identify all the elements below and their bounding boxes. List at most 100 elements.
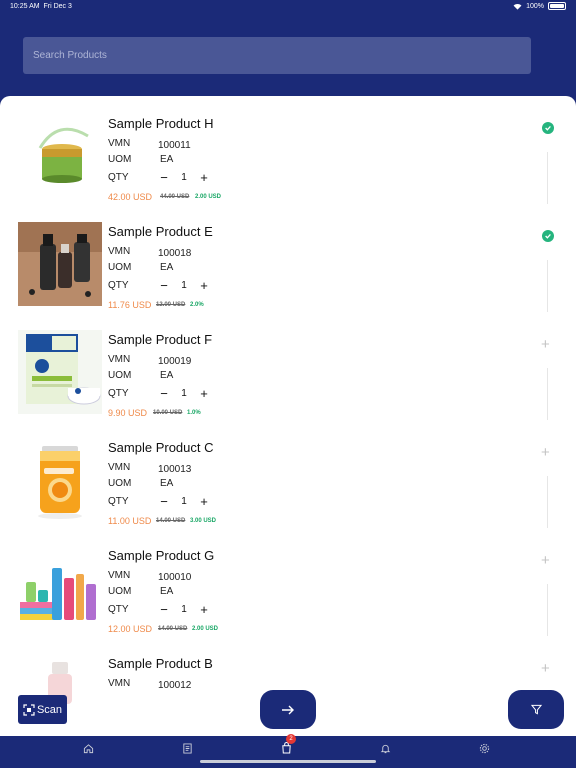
status-time: 10:25 AM Fri Dec 3 (10, 3, 72, 10)
quantity-stepper: − 1 + (157, 494, 211, 509)
quantity-stepper: − 1 + (157, 170, 211, 185)
plus-button[interactable]: + (197, 494, 211, 509)
list-item[interactable]: Sample Product H VMN 100011 UOM EA QTY −… (0, 96, 576, 204)
vmn-value: 100010 (158, 572, 192, 583)
divider (547, 152, 548, 204)
vmn-value: 100011 (158, 140, 191, 151)
price: 11.00 USD (108, 516, 152, 526)
product-name: Sample Product G (108, 548, 215, 563)
uom-value: EA (160, 370, 174, 381)
next-button[interactable] (260, 690, 316, 729)
vmn-label: VMN (108, 462, 131, 473)
product-name: Sample Product E (108, 224, 213, 239)
battery-icon (548, 2, 566, 10)
qty-value: 1 (181, 387, 187, 399)
discount: 2.00 USD (192, 626, 219, 632)
qty-label: QTY (108, 280, 129, 291)
product-image (18, 222, 102, 306)
vmn-value: 100012 (158, 680, 192, 691)
plus-button[interactable]: + (197, 170, 211, 185)
vmn-value: 100018 (158, 248, 192, 259)
discount: 2.0% (190, 302, 204, 308)
divider (547, 476, 548, 528)
product-image (18, 438, 102, 522)
add-icon[interactable]: + (541, 660, 550, 677)
scan-label: Scan (36, 703, 63, 716)
quantity-stepper: − 1 + (157, 386, 211, 401)
price: 9.90 USD (108, 408, 148, 418)
uom-label: UOM (108, 262, 132, 273)
price: 12.00 USD (108, 624, 153, 634)
price: 11.76 USD (108, 300, 152, 310)
tab-home[interactable] (80, 740, 96, 756)
scan-icon (23, 703, 35, 716)
product-list[interactable]: Sample Product H VMN 100011 UOM EA QTY −… (0, 96, 576, 736)
tab-settings[interactable] (476, 740, 492, 756)
vmn-label: VMN (108, 354, 131, 365)
bell-icon (380, 744, 390, 753)
uom-value: EA (160, 154, 174, 165)
tab-orders[interactable] (179, 740, 195, 756)
list-item[interactable]: Sample Product C VMN 100013 UOM EA QTY −… (0, 420, 576, 528)
tab-notifications[interactable] (377, 740, 393, 756)
qty-label: QTY (108, 604, 129, 615)
add-icon[interactable]: + (541, 444, 550, 461)
uom-value: EA (160, 586, 174, 597)
filter-button[interactable] (508, 690, 564, 729)
add-icon[interactable]: + (541, 552, 550, 569)
old-price: 14.00 USD (156, 518, 186, 524)
uom-value: EA (160, 478, 174, 489)
minus-button[interactable]: − (157, 494, 171, 509)
vmn-label: VMN (108, 246, 131, 257)
wifi-icon (513, 3, 522, 10)
scan-button[interactable]: Scan (18, 695, 67, 724)
qty-label: QTY (108, 172, 129, 183)
discount: 1.0% (187, 410, 201, 416)
qty-value: 1 (181, 171, 187, 183)
old-price: 14.00 USD (158, 626, 188, 632)
list-item[interactable]: Sample Product E VMN 100018 UOM EA QTY −… (0, 204, 576, 312)
filter-icon (530, 704, 542, 715)
qty-label: QTY (108, 388, 129, 399)
minus-button[interactable]: − (157, 170, 171, 185)
old-price: 44.00 USD (160, 194, 190, 200)
minus-button[interactable]: − (157, 386, 171, 401)
uom-label: UOM (108, 370, 132, 381)
vmn-value: 100013 (158, 464, 192, 475)
vmn-label: VMN (108, 138, 131, 149)
divider (547, 584, 548, 636)
cart-badge: 2 (286, 734, 296, 744)
arrow-right-icon (282, 705, 294, 714)
qty-label: QTY (108, 496, 129, 507)
vmn-label: VMN (108, 678, 131, 689)
add-icon[interactable]: + (541, 336, 550, 353)
plus-button[interactable]: + (197, 386, 211, 401)
list-item[interactable]: Sample Product F VMN 100019 UOM EA QTY −… (0, 312, 576, 420)
quantity-stepper: − 1 + (157, 602, 211, 617)
uom-label: UOM (108, 478, 132, 489)
search-placeholder: Search Products (33, 50, 107, 61)
product-name: Sample Product B (108, 656, 213, 671)
discount: 3.00 USD (190, 518, 217, 524)
home-indicator (200, 760, 376, 763)
quantity-stepper: − 1 + (157, 278, 211, 293)
product-image (18, 546, 102, 630)
status-bar: 10:25 AM Fri Dec 3 100% (0, 0, 576, 14)
list-item[interactable]: Sample Product G VMN 100010 UOM EA QTY −… (0, 528, 576, 636)
plus-button[interactable]: + (197, 278, 211, 293)
home-icon (83, 743, 93, 753)
product-image (18, 330, 102, 414)
check-icon[interactable] (542, 122, 554, 134)
product-image (18, 114, 102, 198)
search-input[interactable]: Search Products (23, 37, 531, 74)
minus-button[interactable]: − (157, 602, 171, 617)
plus-button[interactable]: + (197, 602, 211, 617)
check-icon[interactable] (542, 230, 554, 242)
discount: 2.00 USD (195, 194, 222, 200)
qty-value: 1 (181, 279, 187, 291)
uom-label: UOM (108, 154, 132, 165)
gear-icon (479, 743, 489, 753)
vmn-label: VMN (108, 570, 131, 581)
product-name: Sample Product H (108, 116, 214, 131)
minus-button[interactable]: − (157, 278, 171, 293)
